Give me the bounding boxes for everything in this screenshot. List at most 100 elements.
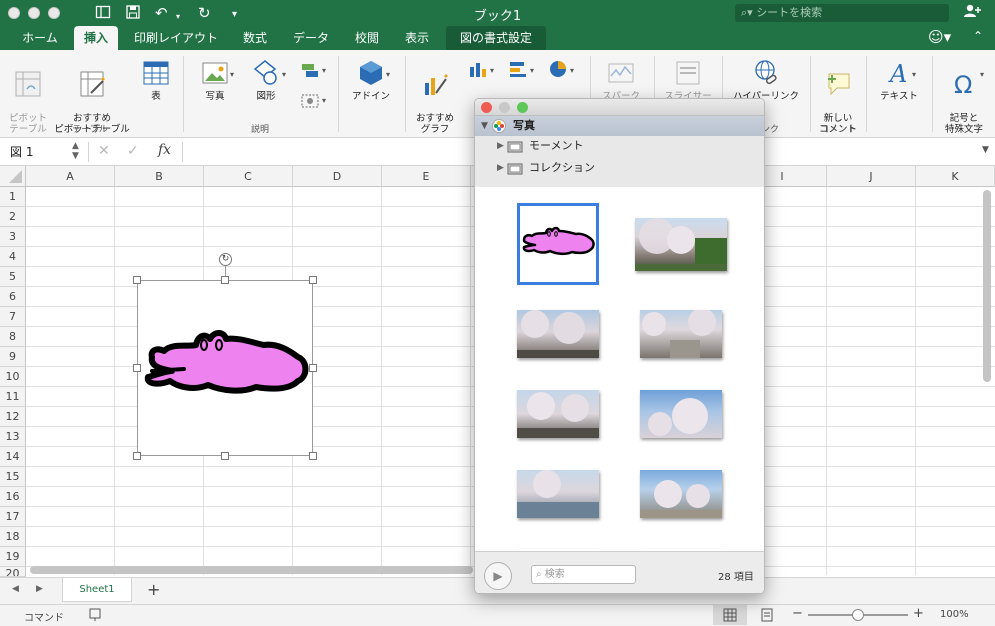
picture-dropdown-icon[interactable]: ▾ xyxy=(230,70,234,79)
zoom-slider-knob[interactable] xyxy=(852,609,864,621)
row-header[interactable]: 5 xyxy=(0,267,26,287)
tab-review[interactable]: 校閲 xyxy=(346,26,388,50)
row-header[interactable]: 18 xyxy=(0,527,26,547)
column-header[interactable]: D xyxy=(293,166,382,187)
photo-browser-zoom-button[interactable] xyxy=(517,102,528,113)
screenshot-icon[interactable] xyxy=(300,92,322,113)
row-header[interactable]: 17 xyxy=(0,507,26,527)
row-header[interactable]: 3 xyxy=(0,227,26,247)
tab-insert[interactable]: 挿入 xyxy=(74,26,118,50)
tab-picture-format[interactable]: 図の書式設定 xyxy=(446,26,546,50)
tab-home[interactable]: ホーム xyxy=(12,26,68,50)
smartart-dropdown-icon[interactable]: ▾ xyxy=(322,66,326,75)
hyperlink-button[interactable]: ハイパーリンク xyxy=(728,58,804,102)
pie-chart-icon[interactable] xyxy=(548,60,568,81)
row-header[interactable]: 8 xyxy=(0,327,26,347)
photo-thumbnail[interactable] xyxy=(517,310,599,358)
expand-formula-icon[interactable]: ▼ xyxy=(982,145,989,155)
resize-handle[interactable] xyxy=(221,452,229,460)
column-header[interactable]: B xyxy=(115,166,204,187)
disclosure-open-icon[interactable]: ▼ xyxy=(481,116,488,136)
photo-thumbnail-selected[interactable] xyxy=(517,203,599,285)
photo-thumbnail[interactable] xyxy=(517,390,599,438)
row-header[interactable]: 7 xyxy=(0,307,26,327)
photo-browser-minimize-button[interactable] xyxy=(499,102,510,113)
sheet-tab[interactable]: Sheet1 xyxy=(62,578,132,602)
photo-thumbnail[interactable] xyxy=(640,308,722,358)
inserted-picture[interactable] xyxy=(137,280,313,456)
bar-chart-icon[interactable] xyxy=(508,60,528,81)
resize-handle[interactable] xyxy=(309,452,317,460)
column-header[interactable]: C xyxy=(204,166,293,187)
tab-data[interactable]: データ xyxy=(284,26,338,50)
tab-formulas[interactable]: 数式 xyxy=(234,26,276,50)
row-header[interactable]: 12 xyxy=(0,407,26,427)
symbols-dropdown-icon[interactable]: ▾ xyxy=(980,70,984,79)
column-header[interactable]: E xyxy=(382,166,471,187)
select-all-corner[interactable] xyxy=(0,166,26,187)
page-layout-view-icon[interactable] xyxy=(760,608,774,625)
row-header[interactable]: 15 xyxy=(0,467,26,487)
column-chart-dropdown-icon[interactable]: ▾ xyxy=(490,66,494,75)
resize-handle[interactable] xyxy=(309,276,317,284)
picture-button[interactable]: 写真 xyxy=(194,58,236,102)
slicer-button[interactable]: スライサー xyxy=(660,58,716,102)
photo-thumbnail[interactable] xyxy=(640,390,722,438)
column-header[interactable]: A xyxy=(26,166,115,187)
row-header[interactable]: 10 xyxy=(0,367,26,387)
zoom-in-button[interactable]: + xyxy=(913,606,924,621)
photo-search-input[interactable]: ⌕ 検索 xyxy=(531,565,636,584)
enter-icon[interactable]: ✓ xyxy=(127,143,139,159)
resize-handle[interactable] xyxy=(133,364,141,372)
photo-browser-close-button[interactable] xyxy=(481,102,492,113)
disclosure-closed-icon[interactable]: ▶ xyxy=(497,158,504,178)
cancel-icon[interactable]: ✕ xyxy=(98,143,110,159)
sheet-search-input[interactable]: ⌕▾ シートを検索 xyxy=(735,4,949,22)
source-collections-row[interactable]: ▶ コレクション xyxy=(475,158,764,178)
resize-handle[interactable] xyxy=(133,276,141,284)
smiley-feedback-icon[interactable]: ☺▾ xyxy=(928,28,951,46)
zoom-out-button[interactable]: − xyxy=(792,606,803,621)
row-header[interactable]: 4 xyxy=(0,247,26,267)
text-dropdown-icon[interactable]: ▾ xyxy=(912,70,916,79)
text-button[interactable]: A テキスト xyxy=(874,58,924,102)
row-header[interactable]: 1 xyxy=(0,187,26,207)
name-box-stepper-icon[interactable]: ▲ ▼ xyxy=(72,141,79,161)
recommended-charts-button[interactable]: おすすめ グラフ xyxy=(412,58,458,135)
vertical-scrollbar[interactable] xyxy=(983,190,991,382)
smartart-icon[interactable] xyxy=(300,62,322,83)
disclosure-closed-icon[interactable]: ▶ xyxy=(497,136,504,156)
shapes-button[interactable]: 図形 xyxy=(246,58,286,102)
collapse-ribbon-icon[interactable]: ⌃ xyxy=(973,29,983,43)
normal-view-button[interactable] xyxy=(713,605,747,625)
addins-dropdown-icon[interactable]: ▾ xyxy=(386,70,390,79)
row-header[interactable]: 14 xyxy=(0,447,26,467)
play-slideshow-icon[interactable]: ▶ xyxy=(484,562,512,590)
resize-handle[interactable] xyxy=(133,452,141,460)
source-photos-row[interactable]: ▼ 写真 xyxy=(475,116,764,136)
addins-button[interactable]: アドイン xyxy=(346,58,396,102)
photo-thumbnail[interactable] xyxy=(640,470,722,518)
table-button[interactable]: 表 xyxy=(138,58,174,102)
screenshot-dropdown-icon[interactable]: ▾ xyxy=(322,96,326,105)
share-user-icon[interactable] xyxy=(963,3,981,23)
photo-thumbnail-grid[interactable] xyxy=(475,187,764,549)
photo-thumbnail[interactable] xyxy=(517,470,599,518)
row-header[interactable]: 20 xyxy=(0,567,26,577)
add-sheet-button[interactable]: + xyxy=(147,580,160,599)
row-header[interactable]: 9 xyxy=(0,347,26,367)
photo-thumbnail[interactable] xyxy=(635,218,727,271)
tab-page-layout[interactable]: 印刷レイアウト xyxy=(126,26,226,50)
next-sheet-icon[interactable]: ▶ xyxy=(36,584,43,594)
sparkline-button[interactable]: スパーク xyxy=(596,58,646,102)
tab-view[interactable]: 表示 xyxy=(396,26,438,50)
row-header[interactable]: 2 xyxy=(0,207,26,227)
shapes-dropdown-icon[interactable]: ▾ xyxy=(282,70,286,79)
resize-handle[interactable] xyxy=(309,364,317,372)
source-moments-row[interactable]: ▶ モーメント xyxy=(475,136,764,156)
row-header[interactable]: 16 xyxy=(0,487,26,507)
horizontal-scrollbar[interactable] xyxy=(30,566,473,574)
column-header[interactable]: K xyxy=(916,166,995,187)
resize-handle[interactable] xyxy=(221,276,229,284)
row-header[interactable]: 6 xyxy=(0,287,26,307)
